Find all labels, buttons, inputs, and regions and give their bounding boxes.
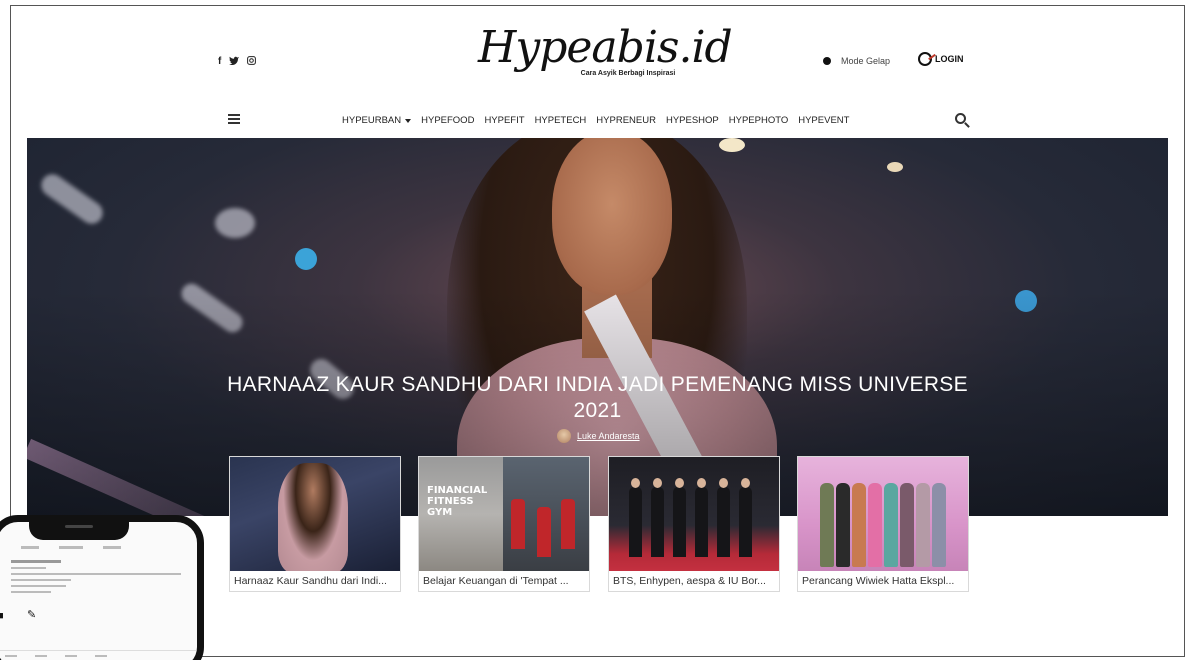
nav-item-hypefood[interactable]: HYPEFOOD bbox=[421, 115, 474, 126]
nav-item-label: HYPEFOOD bbox=[421, 115, 475, 126]
hero-title[interactable]: HARNAAZ KAUR SANDHU DARI INDIA JADI PEME… bbox=[227, 372, 968, 424]
thumbnail-person bbox=[695, 478, 708, 557]
phone-mockup: ■ ✎ bbox=[0, 515, 204, 660]
article-card[interactable]: FINANCIAL FITNESS GYM Belajar Keuangan d… bbox=[418, 456, 590, 592]
thumbnail-person bbox=[651, 478, 664, 557]
article-thumbnail bbox=[230, 457, 400, 571]
thumbnail-person bbox=[852, 483, 866, 567]
phone-app-icon: ■ bbox=[0, 610, 4, 622]
nav-item-label: HYPETECH bbox=[534, 115, 587, 126]
author-name: Luke Andaresta bbox=[577, 431, 640, 441]
article-card[interactable]: Harnaaz Kaur Sandhu dari Indi... bbox=[229, 456, 401, 592]
dark-mode-toggle[interactable]: Mode Gelap bbox=[823, 56, 890, 66]
article-card[interactable]: Perancang Wiwiek Hatta Ekspl... bbox=[797, 456, 969, 592]
article-caption: Belajar Keuangan di 'Tempat ... bbox=[423, 575, 569, 587]
thumbnail-person bbox=[884, 483, 898, 567]
phone-text-line bbox=[11, 560, 61, 563]
nav-item-label: HYPEPHOTO bbox=[728, 115, 789, 126]
thumbnail-person bbox=[717, 478, 730, 557]
thumbnail-person bbox=[900, 483, 914, 567]
twitter-icon[interactable] bbox=[229, 56, 240, 68]
nav-item-hypephoto[interactable]: HYPEPHOTO bbox=[729, 115, 788, 126]
phone-text-line bbox=[11, 579, 71, 581]
nav-item-label: HYPEFIT bbox=[484, 115, 525, 126]
thumbnail-person bbox=[673, 478, 686, 557]
article-thumbnail bbox=[609, 457, 779, 571]
phone-notch bbox=[29, 522, 129, 540]
article-caption: Perancang Wiwiek Hatta Ekspl... bbox=[802, 575, 955, 587]
thumbnail-person bbox=[629, 478, 642, 557]
thumbnail-person bbox=[511, 499, 525, 549]
login-label: LOGIN bbox=[935, 54, 964, 64]
nav-item-hypetech[interactable]: HYPETECH bbox=[535, 115, 587, 126]
author-avatar bbox=[557, 429, 571, 443]
nav-item-hypeshop[interactable]: HYPESHOP bbox=[666, 115, 719, 126]
thumbnail-person bbox=[739, 478, 752, 557]
phone-text-line bbox=[11, 573, 181, 575]
social-links: f bbox=[218, 56, 257, 68]
phone-app-icon: ✎ bbox=[27, 609, 37, 621]
thumbnail-person bbox=[932, 483, 946, 567]
nav-item-hypefit[interactable]: HYPEFIT bbox=[484, 115, 524, 126]
nav-item-hypreneur[interactable]: HYPRENEUR bbox=[596, 115, 656, 126]
hamburger-menu-icon[interactable] bbox=[228, 114, 240, 124]
dark-mode-icon bbox=[823, 57, 831, 65]
thumbnail-sign: FINANCIAL FITNESS GYM bbox=[427, 485, 488, 518]
hero-overlay bbox=[27, 138, 1168, 516]
article-caption: BTS, Enhypen, aespa & IU Bor... bbox=[613, 575, 766, 587]
nav-item-label: HYPESHOP bbox=[665, 115, 719, 126]
hero-author[interactable]: Luke Andaresta bbox=[557, 429, 640, 443]
login-button[interactable]: LOGIN bbox=[918, 52, 964, 66]
nav-item-hypevent[interactable]: HYPEVENT bbox=[798, 115, 849, 126]
thumbnail-person bbox=[820, 483, 834, 567]
main-nav: HYPEURBAN HYPEFOOD HYPEFIT HYPETECH HYPR… bbox=[342, 115, 859, 126]
facebook-icon[interactable]: f bbox=[218, 57, 221, 67]
nav-item-label: HYPEVENT bbox=[798, 115, 850, 126]
article-caption: Harnaaz Kaur Sandhu dari Indi... bbox=[234, 575, 387, 587]
nav-item-hypeurban[interactable]: HYPEURBAN bbox=[342, 115, 412, 126]
thumbnail-person bbox=[868, 483, 882, 567]
site-logo[interactable]: Hypeabis.id Cara Asyik Berbagi Inspirasi bbox=[478, 22, 733, 77]
instagram-icon[interactable] bbox=[247, 56, 257, 68]
phone-text-line bbox=[11, 591, 51, 593]
thumbnail-person bbox=[278, 463, 348, 571]
nav-item-label: HYPRENEUR bbox=[596, 115, 656, 126]
phone-tabs bbox=[21, 546, 121, 549]
article-card[interactable]: BTS, Enhypen, aespa & IU Bor... bbox=[608, 456, 780, 592]
hero-banner[interactable]: HARNAAZ KAUR SANDHU DARI INDIA JADI PEME… bbox=[27, 138, 1168, 516]
phone-divider bbox=[0, 650, 197, 651]
phone-text-line bbox=[11, 585, 66, 587]
search-icon[interactable] bbox=[955, 113, 966, 124]
phone-text-line bbox=[11, 567, 46, 569]
thumbnail-person bbox=[916, 483, 930, 567]
logo-text: Hypeabis.id bbox=[478, 22, 733, 73]
phone-bottom-bar bbox=[5, 655, 107, 657]
thumbnail-person bbox=[537, 507, 551, 557]
chevron-down-icon bbox=[405, 118, 412, 123]
dark-mode-label: Mode Gelap bbox=[841, 56, 891, 66]
thumbnail-person bbox=[561, 499, 575, 549]
article-thumbnail bbox=[798, 457, 968, 571]
thumbnail-person bbox=[836, 483, 850, 567]
article-thumbnail: FINANCIAL FITNESS GYM bbox=[419, 457, 589, 571]
nav-item-label: HYPEURBAN bbox=[342, 115, 402, 126]
user-icon bbox=[918, 52, 932, 66]
